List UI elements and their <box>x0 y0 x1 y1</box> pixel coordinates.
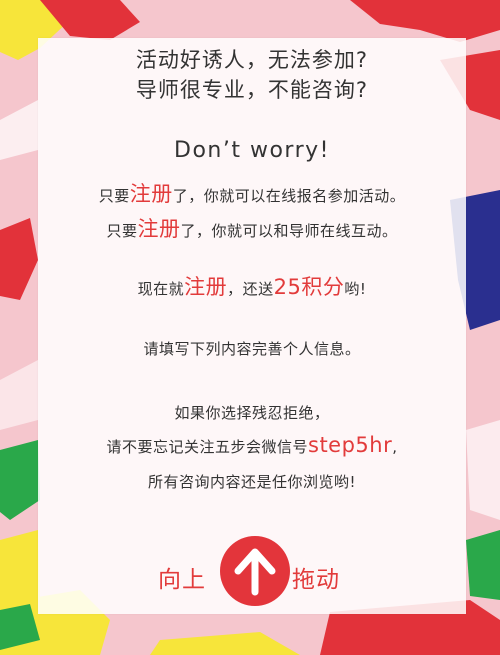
register-link-3[interactable]: 注册 <box>184 275 227 299</box>
bonus-mid: ，还送 <box>227 280 274 298</box>
fill-info-text: 请填写下列内容完善个人信息。 <box>143 340 361 358</box>
bonus-points: 25积分 <box>273 275 345 299</box>
bonus-pre: 现在就 <box>137 280 185 298</box>
register-link-1[interactable]: 注册 <box>130 182 173 206</box>
register-line-2-pre: 只要 <box>106 222 138 240</box>
arrow-up-icon <box>234 548 276 596</box>
register-line-2: 只要注册了，你就可以和导师在线互动。 <box>38 213 466 243</box>
register-line-1-post: 了，你就可以在线报名参加活动。 <box>172 187 406 205</box>
drag-label-left: 向上 <box>158 567 206 593</box>
register-line-1-pre: 只要 <box>98 187 130 205</box>
register-line-2-post: 了，你就可以和导师在线互动。 <box>180 222 398 240</box>
bonus-line: 现在就注册，还送25积分哟! <box>38 271 466 301</box>
wechat-id: step5hr <box>308 433 393 457</box>
drag-label-right: 拖动 <box>292 567 340 593</box>
drag-up-button[interactable] <box>220 536 290 606</box>
refuse-line-1: 如果你选择残忍拒绝， <box>174 404 330 422</box>
drag-up-control[interactable]: 向上 拖动 <box>38 536 466 608</box>
refuse-line-3: 所有咨询内容还是任你浏览哟! <box>147 473 356 491</box>
register-line-1: 只要注册了，你就可以在线报名参加活动。 <box>38 178 466 208</box>
info-card: 活动好诱人，无法参加? 导师很专业，不能咨询? Don’t worry! 只要注… <box>38 38 466 614</box>
dont-worry-text: Don’t worry! <box>174 138 330 163</box>
refuse-line-2-post: , <box>392 438 398 456</box>
register-link-2[interactable]: 注册 <box>138 217 181 241</box>
refuse-line-2: 请不要忘记关注五步会微信号step5hr, <box>38 433 466 457</box>
refuse-line-2-pre: 请不要忘记关注五步会微信号 <box>106 438 308 456</box>
bonus-post: 哟! <box>344 280 367 298</box>
header-line-2: 导师很专业，不能咨询? <box>135 78 369 102</box>
header-line-1: 活动好诱人，无法参加? <box>135 48 369 72</box>
